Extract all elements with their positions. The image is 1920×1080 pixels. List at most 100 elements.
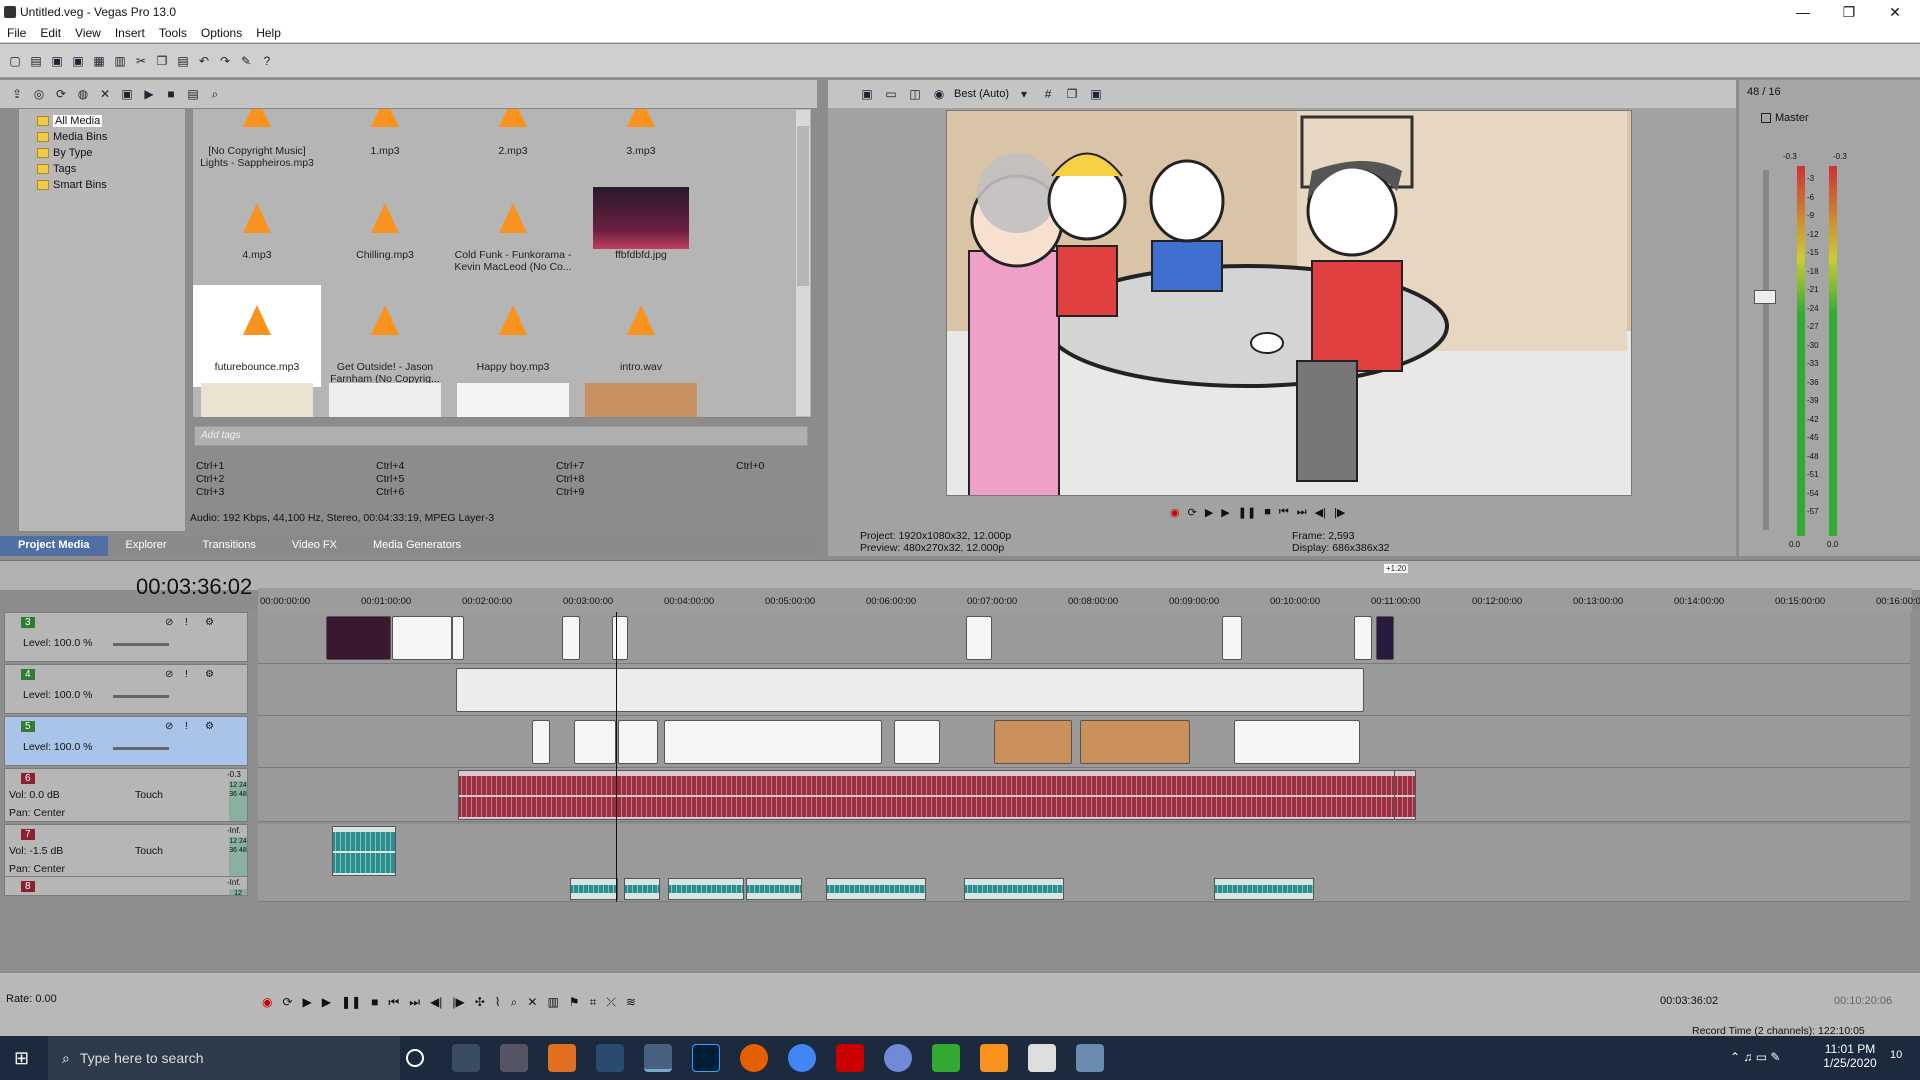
video-track-lane[interactable] <box>258 664 1910 716</box>
notifications-icon[interactable]: 10 <box>1890 1049 1902 1061</box>
trim-icon[interactable]: ▥ <box>547 995 558 1010</box>
record-icon[interactable]: ◉ <box>262 995 272 1010</box>
save-icon[interactable]: ▣ <box>48 52 66 70</box>
tab-explorer[interactable]: Explorer <box>108 536 185 556</box>
audio-track-header[interactable]: 6 Vol: 0.0 dB Pan: Center Touch -0.3 12 24 36… <box>4 768 248 822</box>
go-to-start-icon[interactable]: ⏮ <box>388 995 399 1010</box>
go-to-end-icon[interactable]: ⏭ <box>1297 506 1307 519</box>
video-clip[interactable] <box>392 616 452 660</box>
marker-icon[interactable]: ⚑ <box>569 995 580 1010</box>
time-ruler[interactable]: +1:20 00:00:00:00 00:01:00:00 00:02:00:00 0… <box>258 564 1920 612</box>
audio-clip[interactable] <box>964 878 1064 900</box>
delete-icon[interactable]: ✕ <box>527 995 537 1010</box>
discord-icon[interactable] <box>884 1044 912 1072</box>
chevron-down-icon[interactable]: ▾ <box>1015 85 1033 103</box>
video-clip[interactable] <box>1354 616 1372 660</box>
app-icon[interactable] <box>548 1044 576 1072</box>
photoshop-icon[interactable] <box>692 1044 720 1072</box>
level-slider[interactable] <box>113 747 169 750</box>
envelope-tool-icon[interactable]: ⌇ <box>495 995 501 1010</box>
minimize-button[interactable]: — <box>1780 0 1826 24</box>
menu-help[interactable]: Help <box>249 26 288 40</box>
paste-icon[interactable]: ▤ <box>174 52 192 70</box>
help-icon[interactable]: ? <box>258 52 276 70</box>
next-frame-icon[interactable]: |▶ <box>452 995 464 1010</box>
auto-crossfade-icon[interactable]: ⤫ <box>606 995 616 1010</box>
fx-icon[interactable]: ⚙ <box>205 721 214 732</box>
new-file-icon[interactable]: ▢ <box>6 52 24 70</box>
video-track-header[interactable]: 5 Level: 100.0 % ⊘! ⚙ <box>4 716 248 766</box>
video-clip[interactable] <box>618 720 658 764</box>
menu-edit[interactable]: Edit <box>33 26 68 40</box>
clock[interactable]: 11:01 PM 1/25/2020 <box>1810 1042 1890 1070</box>
snap-icon[interactable]: ⌗ <box>590 995 597 1010</box>
external-monitor-icon[interactable]: ▭ <box>882 85 900 103</box>
media-item[interactable]: 2.mp3 <box>449 109 577 183</box>
level-slider[interactable] <box>113 695 169 698</box>
solo-icon[interactable]: ! <box>185 721 188 732</box>
tab-video-fx[interactable]: Video FX <box>274 536 355 556</box>
video-track-header[interactable]: 3 Level: 100.0 % ⊘! ⚙ <box>4 612 248 662</box>
taskbar-search-box[interactable]: ⌕ Type here to search <box>48 1036 400 1080</box>
grid-icon[interactable]: # <box>1039 85 1057 103</box>
tree-media-bins[interactable]: Media Bins <box>37 129 185 145</box>
stop-icon[interactable]: ■ <box>1264 506 1271 518</box>
media-item[interactable]: 4.mp3 <box>193 183 321 285</box>
video-clip[interactable] <box>1080 720 1190 764</box>
vlc-icon[interactable] <box>980 1044 1008 1072</box>
views-icon[interactable]: ▤ <box>184 85 202 103</box>
audio-clip[interactable] <box>746 878 802 900</box>
loop-icon[interactable]: ⟳ <box>282 995 292 1010</box>
tree-tags[interactable]: Tags <box>37 161 185 177</box>
master-fader-thumb[interactable] <box>1754 290 1776 304</box>
audio-track-header[interactable]: 7 Vol: -1.5 dB Pan: Center Touch -Inf. 12 24 … <box>4 824 248 878</box>
app-icon[interactable] <box>596 1044 624 1072</box>
ripple-icon[interactable]: ≋ <box>626 995 636 1010</box>
undo-icon[interactable]: ↶ <box>195 52 213 70</box>
image-thumbnail[interactable] <box>457 383 569 417</box>
audio-clip[interactable] <box>570 878 618 900</box>
menu-tools[interactable]: Tools <box>152 26 194 40</box>
task-view-icon[interactable] <box>452 1044 480 1072</box>
video-clip[interactable] <box>1376 616 1394 660</box>
open-folder-icon[interactable]: ▤ <box>27 52 45 70</box>
video-clip[interactable] <box>612 616 628 660</box>
copy-snapshot-icon[interactable]: ❐ <box>1063 85 1081 103</box>
stop-icon[interactable]: ■ <box>371 995 378 1010</box>
mute-icon[interactable]: ⊘ <box>165 617 173 628</box>
loop-icon[interactable]: ⟳ <box>1188 506 1197 519</box>
tree-smart-bins[interactable]: Smart Bins <box>37 177 185 193</box>
scroll-thumb[interactable] <box>797 126 809 286</box>
close-button[interactable]: ✕ <box>1872 0 1918 24</box>
redo-icon[interactable]: ↷ <box>216 52 234 70</box>
fx-icon[interactable]: ⚙ <box>205 617 214 628</box>
steam-icon[interactable] <box>500 1044 528 1072</box>
video-clip[interactable] <box>966 616 992 660</box>
video-track-header[interactable]: 4 Level: 100.0 % ⊘! ⚙ <box>4 664 248 714</box>
chrome-icon[interactable] <box>788 1044 816 1072</box>
video-clip[interactable] <box>532 720 550 764</box>
piano-app-icon[interactable] <box>1028 1044 1056 1072</box>
video-clip[interactable] <box>1222 616 1242 660</box>
go-to-end-icon[interactable]: ⏭ <box>409 995 420 1010</box>
tab-transitions[interactable]: Transitions <box>185 536 274 556</box>
audio-track-lane[interactable] <box>258 824 1910 878</box>
vegas-pro-icon[interactable] <box>644 1044 672 1072</box>
edit-tool-icon[interactable]: ✣ <box>475 995 485 1010</box>
capture-icon[interactable]: ◎ <box>30 85 48 103</box>
cortana-icon[interactable] <box>406 1049 424 1067</box>
media-scrollbar[interactable] <box>796 110 810 416</box>
properties-icon[interactable]: ▥ <box>111 52 129 70</box>
menu-file[interactable]: File <box>0 26 33 40</box>
image-thumbnail[interactable] <box>329 383 441 417</box>
pause-icon[interactable]: ❚❚ <box>341 995 361 1010</box>
play-icon[interactable]: ▶ <box>140 85 158 103</box>
preview-quality-dropdown[interactable]: Best (Auto) <box>954 88 1009 100</box>
system-tray-icons[interactable]: ⌃ ♫ ▭ ✎ <box>1730 1050 1780 1064</box>
media-item[interactable]: Happy boy.mp3 <box>449 285 577 387</box>
image-thumbnail[interactable] <box>585 383 697 417</box>
web-icon[interactable]: ◍ <box>74 85 92 103</box>
play-from-start-icon[interactable]: ▶ <box>1205 506 1213 519</box>
overlays-icon[interactable]: ◉ <box>930 85 948 103</box>
tab-media-generators[interactable]: Media Generators <box>355 536 479 556</box>
